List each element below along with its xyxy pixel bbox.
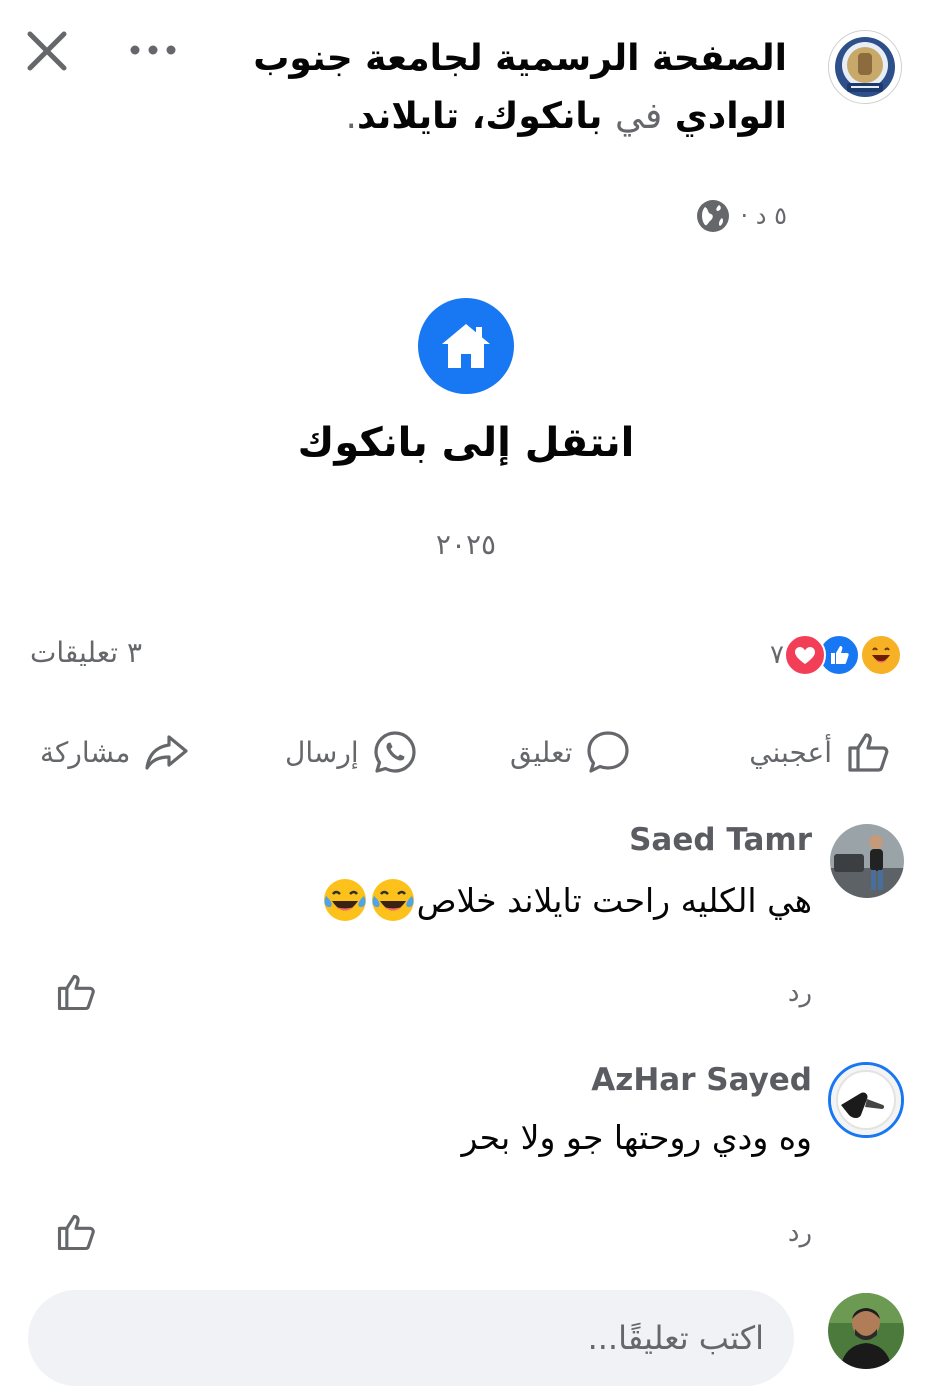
reply-button[interactable]: رد <box>788 1218 812 1248</box>
comment-bubble-icon <box>587 731 629 773</box>
close-button[interactable] <box>22 26 72 76</box>
love-reaction-icon <box>784 634 826 676</box>
send-whatsapp-button[interactable]: إرسال <box>285 722 419 782</box>
comment-like-button[interactable] <box>54 970 98 1014</box>
post-meta: ٥ د · <box>695 196 787 236</box>
thumbs-up-icon <box>848 733 889 772</box>
avatar-photo-icon <box>830 824 904 898</box>
more-icon <box>130 45 176 55</box>
university-logo-icon <box>835 37 895 97</box>
location-link[interactable]: بانكوك، تايلاند <box>357 96 602 137</box>
post-time[interactable]: ٥ د · <box>741 202 787 230</box>
haha-reaction-icon <box>860 634 902 676</box>
share-arrow-icon <box>145 735 188 770</box>
globe-icon <box>696 200 729 232</box>
home-icon <box>442 324 490 368</box>
post-header-text: الصفحة الرسمية لجامعة جنوب الوادي في بان… <box>227 30 787 146</box>
thumbs-up-icon <box>57 974 95 1011</box>
life-event-year: ٢٠٢٥ <box>435 528 497 561</box>
period: . <box>345 96 357 137</box>
comment-text: وه ودي روحتها جو ولا بحر <box>461 1118 812 1157</box>
reaction-count: ٧ <box>770 640 784 670</box>
share-label: مشاركة <box>40 735 131 769</box>
comment-label: تعليق <box>510 735 573 769</box>
laughing-tears-emoji-icon <box>323 879 366 921</box>
comment-body: هي الكليه راحت تايلاند خلاص <box>416 880 812 920</box>
life-event-icon <box>418 298 514 394</box>
current-user-avatar[interactable] <box>828 1293 904 1369</box>
more-options-button[interactable] <box>128 38 178 62</box>
life-event-title: انتقل إلى بانكوك <box>297 420 635 466</box>
send-label: إرسال <box>285 735 359 769</box>
like-label: أعجبني <box>749 735 832 769</box>
comment-input[interactable] <box>28 1290 794 1386</box>
like-button[interactable]: أعجبني <box>749 722 892 782</box>
comment-body: وه ودي روحتها جو ولا بحر <box>461 1118 812 1157</box>
comment-like-button[interactable] <box>54 1210 98 1254</box>
close-icon <box>27 31 67 71</box>
comment-text: هي الكليه راحت تايلاند خلاص <box>321 876 812 924</box>
reply-button[interactable]: رد <box>788 978 812 1008</box>
comments-count[interactable]: ٣ تعليقات <box>30 636 142 669</box>
avatar-photo-icon <box>828 1293 904 1369</box>
reactions-summary[interactable]: ٧ <box>770 634 902 676</box>
in-word: في <box>614 96 663 137</box>
share-button[interactable]: مشاركة <box>40 722 190 782</box>
commenter-avatar[interactable] <box>830 824 904 898</box>
thumbs-up-icon <box>57 1214 95 1251</box>
laughing-tears-emoji-icon <box>371 879 414 921</box>
commenter-name[interactable]: AzHar Sayed <box>591 1062 812 1098</box>
commenter-name[interactable]: Saed Tamr <box>629 822 812 858</box>
whatsapp-icon <box>374 731 416 773</box>
commenter-avatar[interactable] <box>828 1062 904 1138</box>
comment-button[interactable]: تعليق <box>510 722 632 782</box>
page-avatar[interactable] <box>828 30 902 104</box>
avatar-photo-icon <box>831 1065 901 1135</box>
